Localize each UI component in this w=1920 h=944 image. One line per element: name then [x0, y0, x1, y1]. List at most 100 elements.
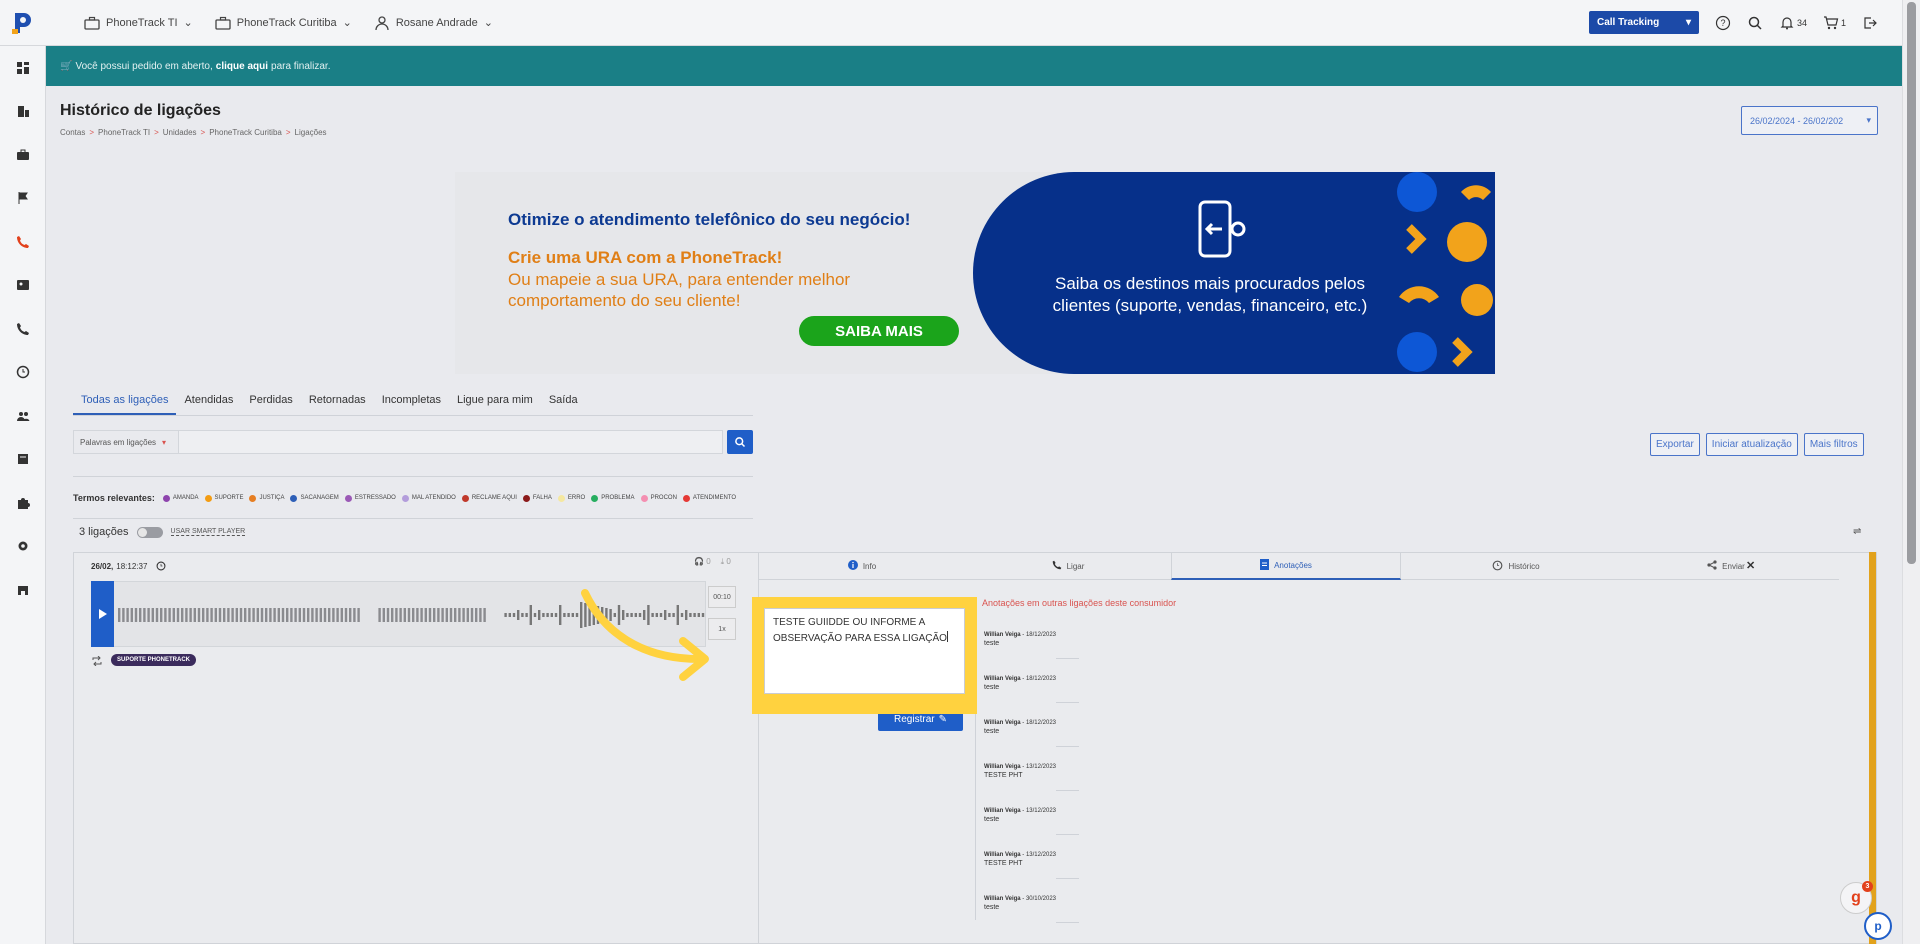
- help-icon[interactable]: ?: [1715, 15, 1731, 31]
- play-button[interactable]: [91, 581, 114, 647]
- note-author: Willian Veiga - 18/12/2023: [984, 720, 1056, 726]
- waveform-bar: [466, 608, 469, 622]
- page-scrollbar[interactable]: [1902, 0, 1920, 944]
- topnav-item-1[interactable]: PhoneTrack Curitiba ⌄: [215, 15, 352, 31]
- sidebar-item-reports[interactable]: [0, 438, 46, 482]
- pending-order-link[interactable]: clique aqui: [216, 61, 268, 72]
- annotation-textarea[interactable]: TESTE GUIIDDE OU INFORME A OBSERVAÇÃO PA…: [764, 608, 965, 694]
- breadcrumb-item[interactable]: Unidades: [163, 128, 197, 137]
- breadcrumb-item[interactable]: Ligações: [295, 128, 327, 137]
- notifications-button[interactable]: 34: [1779, 15, 1807, 31]
- phonetrack-logo[interactable]: [0, 0, 46, 46]
- call-filter-tabs: Todas as ligações Atendidas Perdidas Retorn…: [73, 388, 753, 416]
- term-chip[interactable]: RECLAME AQUI: [461, 494, 517, 502]
- term-chip[interactable]: MAL ATENDIDO: [401, 494, 456, 502]
- briefcase-icon: [17, 149, 29, 160]
- waveform-bar: [197, 608, 201, 622]
- tab-2[interactable]: Perdidas: [241, 388, 300, 415]
- annotation-highlight: TESTE GUIIDDE OU INFORME A OBSERVAÇÃO PA…: [752, 597, 977, 714]
- share-icon: [1707, 560, 1717, 572]
- banner-subheadline: Crie uma URA com a PhoneTrack!: [508, 248, 783, 267]
- sidebar-item-store[interactable]: [0, 568, 46, 612]
- sidebar-item-campaigns[interactable]: [0, 177, 46, 221]
- tab-1[interactable]: Atendidas: [176, 388, 241, 415]
- sidebar-item-contacts[interactable]: [0, 264, 46, 308]
- smart-player-toggle[interactable]: [136, 526, 163, 538]
- sidebar-item-dashboard[interactable]: [0, 46, 46, 90]
- detail-tab-0[interactable]: Info: [759, 552, 965, 580]
- term-chip[interactable]: SACANAGEM: [290, 494, 339, 502]
- waveform-bar: [399, 608, 402, 622]
- detail-tab-1[interactable]: Ligar: [965, 552, 1171, 580]
- waveform-bar: [433, 608, 436, 622]
- loop-icon[interactable]: [91, 655, 103, 669]
- term-chip[interactable]: PROCON: [640, 494, 677, 502]
- term-chip[interactable]: JUSTIÇA: [249, 494, 284, 502]
- product-select[interactable]: Call Tracking ▾: [1588, 11, 1699, 34]
- waveform-bar: [122, 608, 125, 622]
- waveform-bar: [139, 608, 142, 622]
- sidebar: [0, 46, 46, 944]
- note-author: Willian Veiga - 30/10/2023: [984, 896, 1056, 902]
- waveform-bar: [210, 608, 213, 622]
- waveform-bar: [185, 608, 188, 622]
- term-chip[interactable]: ESTRESSADO: [344, 494, 396, 502]
- user-icon: [375, 15, 389, 30]
- sidebar-item-history[interactable]: [0, 351, 46, 395]
- tab-5[interactable]: Ligue para mim: [449, 388, 541, 415]
- term-chip[interactable]: ERRO: [557, 494, 585, 502]
- tab-4[interactable]: Incompletas: [374, 388, 449, 415]
- search-icon[interactable]: [1747, 15, 1763, 31]
- waveform-bar: [164, 608, 167, 622]
- term-color-dot: [591, 494, 599, 502]
- sidebar-item-phone[interactable]: [0, 307, 46, 351]
- action-button-0[interactable]: Exportar: [1650, 433, 1700, 456]
- chevron-down-icon: ⌄: [342, 17, 352, 29]
- phonetrack-chat-button[interactable]: p: [1864, 912, 1892, 940]
- search-input[interactable]: [179, 430, 723, 454]
- waveform-bar: [265, 608, 268, 622]
- term-chip[interactable]: FALHA: [522, 494, 552, 502]
- saiba-mais-button[interactable]: SAIBA MAIS: [799, 316, 959, 346]
- breadcrumb-item[interactable]: PhoneTrack Curitiba: [209, 128, 282, 137]
- date-range-picker[interactable]: 26/02/2024 - 26/02/202 ▾: [1741, 106, 1878, 135]
- search-type-select[interactable]: Palavras em ligações ▾: [73, 430, 179, 454]
- scrollbar-thumb[interactable]: [1907, 2, 1916, 564]
- term-chip[interactable]: PROBLEMA: [591, 494, 635, 502]
- action-button-2[interactable]: Mais filtros: [1803, 433, 1864, 456]
- tab-0[interactable]: Todas as ligações: [73, 388, 177, 415]
- promo-banner[interactable]: Otimize o atendimento telefônico do seu …: [455, 172, 1495, 374]
- action-button-1[interactable]: Iniciar atualização: [1705, 433, 1798, 456]
- term-chip[interactable]: AMANDA: [162, 494, 199, 502]
- logout-icon[interactable]: [1862, 15, 1878, 31]
- book-icon: [18, 454, 28, 465]
- detail-tab-4[interactable]: Enviar: [1631, 552, 1821, 580]
- cart-button[interactable]: 1: [1823, 15, 1846, 31]
- tab-3[interactable]: Retornadas: [301, 388, 374, 415]
- detail-tab-3[interactable]: Histórico: [1401, 552, 1631, 580]
- sidebar-item-integrations[interactable]: [0, 481, 46, 525]
- search-button[interactable]: [727, 430, 753, 454]
- banner-description: Ou mapeie a sua URA, para entender melho…: [508, 270, 851, 310]
- breadcrumb-item[interactable]: PhoneTrack TI: [98, 128, 150, 137]
- search-icon: [735, 437, 746, 448]
- sidebar-item-calls[interactable]: [0, 220, 46, 264]
- sidebar-item-business[interactable]: [0, 133, 46, 177]
- tab-6[interactable]: Saída: [541, 388, 586, 415]
- breadcrumb-item[interactable]: Contas: [60, 128, 85, 137]
- topnav-item-0[interactable]: PhoneTrack TI ⌄: [84, 15, 193, 31]
- call-tag-badge[interactable]: SUPORTE PHONETRACK: [111, 654, 197, 666]
- sort-icon[interactable]: ⇌: [1853, 526, 1861, 537]
- sidebar-item-settings[interactable]: [0, 525, 46, 569]
- close-icon[interactable]: ✕: [1746, 559, 1755, 572]
- topnav-item-2[interactable]: Rosane Andrade ⌄: [374, 15, 493, 31]
- waveform-bar: [193, 608, 196, 622]
- term-color-dot: [522, 494, 530, 502]
- term-chip[interactable]: ATENDIMENTO: [682, 494, 736, 502]
- detail-tab-2[interactable]: Anotações: [1171, 552, 1401, 580]
- sidebar-item-buildings[interactable]: [0, 90, 46, 134]
- sidebar-item-users[interactable]: [0, 394, 46, 438]
- guidde-widget-button[interactable]: g3: [1840, 881, 1873, 914]
- term-chip[interactable]: SUPORTE: [204, 494, 243, 502]
- note-text: teste: [984, 816, 1000, 823]
